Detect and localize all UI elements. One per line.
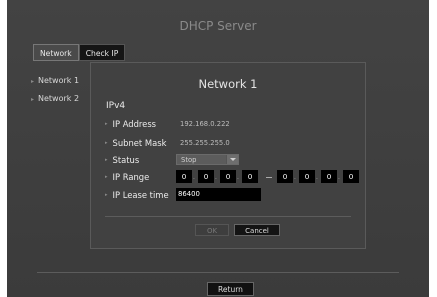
ip-range-end-octet-2[interactable]: 0 <box>299 170 315 183</box>
octet-separator: . <box>193 174 195 181</box>
chevron-right-icon: ▸ <box>105 156 108 163</box>
subnet-mask-label: Subnet Mask <box>112 137 167 148</box>
section-label-ipv4: IPv4 <box>106 101 126 111</box>
sidebar-item-network-1[interactable]: ▸ Network 1 <box>31 76 79 85</box>
chevron-right-icon: ▸ <box>105 191 108 198</box>
dialog-title: Network 1 <box>198 77 258 91</box>
sidebar-item-label: Network 1 <box>38 76 80 85</box>
network-settings-dialog: Network 1 IPv4 ▸ IP Address 192.168.0.22… <box>90 62 366 249</box>
subnet-mask-value: 255.255.255.0 <box>180 139 230 147</box>
return-button[interactable]: Return <box>207 282 254 296</box>
ip-address-value: 192.168.0.222 <box>180 120 230 128</box>
chevron-right-icon: ▸ <box>31 96 35 103</box>
chevron-right-icon: ▸ <box>105 173 108 180</box>
window-title: DHCP Server <box>179 19 257 33</box>
cancel-button[interactable]: Cancel <box>234 224 280 236</box>
ip-range-start-octet-1[interactable]: 0 <box>176 170 192 183</box>
sidebar-item-network-2[interactable]: ▸ Network 2 <box>31 94 79 103</box>
ip-range-start-octet-2[interactable]: 0 <box>198 170 214 183</box>
tab-network[interactable]: Network <box>33 44 79 61</box>
octet-separator: . <box>338 174 340 181</box>
ip-range-row: ▸ IP Range <box>105 170 149 183</box>
status-selected-value: Stop <box>181 156 197 164</box>
divider <box>105 216 351 217</box>
octet-separator: . <box>294 174 296 181</box>
tab-bar: Network Check IP <box>33 44 126 61</box>
dhcp-server-window: DHCP Server Network Check IP ▸ Network 1 … <box>7 0 429 297</box>
ip-range-end-octet-4[interactable]: 0 <box>343 170 359 183</box>
chevron-down-icon[interactable] <box>226 155 238 164</box>
octet-separator: . <box>237 174 239 181</box>
ip-range-end-octet-1[interactable]: 0 <box>277 170 293 183</box>
octet-separator: . <box>316 174 318 181</box>
lease-time-row: ▸ IP Lease time <box>105 188 169 201</box>
sidebar-item-label: Network 2 <box>38 94 80 103</box>
tab-check-ip[interactable]: Check IP <box>78 44 126 61</box>
chevron-right-icon: ▸ <box>105 120 108 127</box>
lease-time-input[interactable]: 86400 <box>176 188 261 201</box>
status-dropdown[interactable]: Stop <box>176 154 239 165</box>
ip-address-row: ▸ IP Address <box>105 117 156 130</box>
ip-range-start-octet-3[interactable]: 0 <box>220 170 236 183</box>
chevron-right-icon: ▸ <box>105 139 108 146</box>
range-separator <box>266 177 272 178</box>
ok-button[interactable]: OK <box>195 224 229 236</box>
ip-range-label: IP Range <box>112 171 150 182</box>
status-label: Status <box>112 154 140 165</box>
ip-range-start-octet-4[interactable]: 0 <box>242 170 258 183</box>
status-row: ▸ Status <box>105 153 139 166</box>
subnet-mask-row: ▸ Subnet Mask <box>105 136 166 149</box>
ip-address-label: IP Address <box>112 118 157 129</box>
ip-range-end-octet-3[interactable]: 0 <box>321 170 337 183</box>
divider <box>37 272 399 273</box>
lease-time-label: IP Lease time <box>112 189 169 200</box>
octet-separator: . <box>215 174 217 181</box>
chevron-right-icon: ▸ <box>31 78 35 85</box>
